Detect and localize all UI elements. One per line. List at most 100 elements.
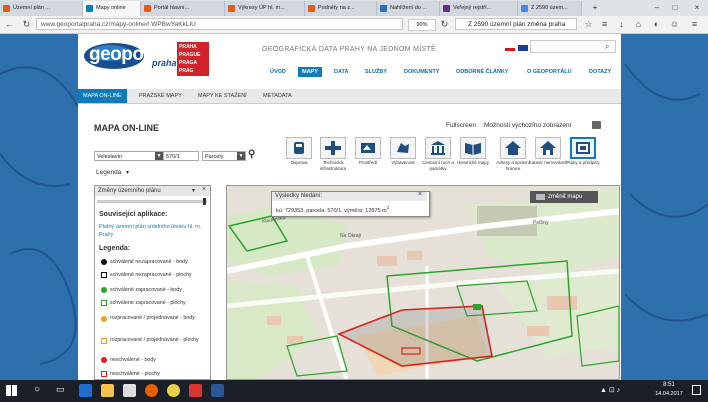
search-icon[interactable]: ○ [34, 384, 40, 395]
subnav-mapy-ke-stazeni[interactable]: MAPY KE STAŽENÍ [193, 89, 252, 103]
results-title: Výsledky hledání: [275, 193, 323, 199]
legend-dot-orange-icon [101, 316, 107, 322]
tab-favicon-icon [144, 5, 151, 12]
store-icon[interactable] [123, 384, 136, 397]
area-value: Veleslavín [97, 154, 123, 160]
notifications-icon[interactable] [692, 385, 701, 395]
book-icon[interactable] [460, 137, 486, 159]
nav-mapy[interactable]: MAPY [298, 67, 322, 77]
browser-tab[interactable]: Výkresy ÚP hl. m... [225, 1, 305, 16]
pipe-icon[interactable] [320, 137, 346, 159]
slider-handle[interactable] [203, 198, 206, 205]
bus-icon[interactable] [286, 137, 312, 159]
tab-favicon-icon [86, 5, 93, 12]
legend-box-red-icon [101, 371, 107, 377]
tray-icons[interactable]: ▲ ⊡ ♪ [600, 386, 620, 394]
tab-title: Mapy online [96, 5, 126, 11]
chevron-down-icon[interactable]: ▾ [192, 187, 195, 194]
star-icon[interactable]: ☆ [582, 18, 595, 31]
close-window-button[interactable]: × [688, 2, 706, 14]
app-icon[interactable] [189, 384, 202, 397]
monument-icon[interactable] [425, 137, 451, 159]
nav-dokumenty[interactable]: DOKUMENTY [404, 69, 439, 75]
menu-icon[interactable]: ≡ [688, 18, 701, 31]
close-icon[interactable]: × [202, 186, 206, 193]
download-icon[interactable]: ↓ [615, 18, 628, 31]
close-icon[interactable]: × [418, 191, 422, 198]
clock-date[interactable]: 14.04.2017 [650, 391, 688, 397]
nav-data[interactable]: DATA [334, 69, 348, 75]
legend-item-label: schválené zapracované - plochy [110, 300, 186, 306]
bookmarks-icon[interactable]: ≡ [598, 18, 611, 31]
smiley-icon[interactable]: ☺ [668, 18, 681, 31]
tab-title: Portál hlavní... [154, 5, 190, 11]
tab-favicon-icon [3, 5, 10, 12]
search-icon[interactable]: ⌕ [605, 42, 609, 52]
legend-box-black-icon [101, 272, 107, 278]
windows-start-icon[interactable] [6, 385, 17, 396]
back-arrow-icon[interactable]: ← [3, 18, 16, 31]
chrome-icon[interactable] [167, 384, 180, 397]
tab-title: Územní plán ... [13, 5, 50, 11]
zoom-indicator[interactable]: 90% [408, 19, 436, 31]
maximize-button[interactable]: □ [666, 2, 684, 14]
browser-tab[interactable]: Podněty na z... [305, 1, 377, 16]
edge-icon[interactable] [79, 384, 92, 397]
hand-icon[interactable] [390, 137, 416, 159]
opacity-slider[interactable] [97, 200, 207, 203]
browser-tab[interactable]: Portál hlavní... [141, 1, 225, 16]
subnav-prazske-mapy[interactable]: PRAŽSKÉ MAPY [134, 89, 187, 103]
tool-label: Prostředí [358, 160, 378, 165]
folder-icon[interactable] [101, 384, 114, 397]
czech-flag-icon[interactable] [505, 45, 515, 51]
browser-search-input[interactable]: Z 2590 územní plán změna praha [455, 18, 577, 30]
related-app-link[interactable]: Platný územní plán sídelního útvaru hl. … [99, 223, 207, 239]
fullscreen-link[interactable]: Fullscreen [446, 122, 476, 129]
firefox-icon[interactable] [145, 384, 158, 397]
legend-box-green-icon [101, 300, 107, 306]
chevron-down-icon[interactable]: ▾ [126, 169, 129, 176]
print-icon[interactable] [592, 121, 601, 129]
browser-tab[interactable]: Územní plán ... [0, 1, 83, 16]
tagline: GEOGRAFICKÁ DATA PRAHY NA JEDNOM MÍSTĚ [262, 46, 436, 53]
praha-badge: PRAHA PRAGUE PRAGA PRAG [177, 42, 209, 76]
nav-dotazy[interactable]: DOTAZY [589, 69, 611, 75]
legend-label[interactable]: Legenda [96, 169, 121, 176]
browser-tab[interactable]: Z 2590 územ... [518, 1, 582, 16]
uk-flag-icon[interactable] [518, 45, 528, 51]
tool-label: Technická infrastruktura [319, 160, 347, 171]
url-input[interactable]: www.geoportalpraha.cz/mapy-online#.WPBwY… [36, 18, 403, 30]
browser-tab[interactable]: Veřejný rejstří... [440, 1, 518, 16]
default-view-link[interactable]: Možnosti výchozího zobrazení [484, 122, 571, 129]
browser-tab-active[interactable]: Mapy online [83, 1, 141, 16]
house-icon[interactable] [500, 137, 526, 159]
tab-favicon-icon [443, 5, 450, 12]
tree-icon[interactable] [355, 137, 381, 159]
results-text-value: kú: 729353, parcela: 570/1, výměra: 1287… [276, 207, 387, 214]
home-icon[interactable]: ⌂ [632, 18, 645, 31]
browser-tab[interactable]: Nahlížení do ... [377, 1, 440, 16]
nav-o-geoportalu[interactable]: O GEOPORTÁLU [527, 69, 572, 75]
legend-dot-green-icon [101, 287, 107, 293]
nav-uvod[interactable]: ÚVOD [270, 69, 286, 75]
subnav-metadata[interactable]: METADATA [258, 89, 297, 103]
home-icon[interactable] [535, 137, 561, 159]
tool-label: Cestovní ruch a památky [422, 160, 454, 171]
search-type-select[interactable]: Parcely ▼ [202, 151, 246, 161]
site-search-input[interactable] [530, 40, 616, 53]
subnav-mapa-online[interactable]: MAPA ON-LINE [78, 89, 127, 103]
new-tab-button[interactable]: + [586, 2, 604, 14]
parcel-input[interactable]: 570/1 [163, 151, 199, 161]
word-icon[interactable] [211, 384, 224, 397]
nav-odborne-clanky[interactable]: ODBORNÉ ČLÁNKY [456, 69, 509, 75]
reload-icon[interactable]: ↻ [20, 18, 33, 31]
clock-time[interactable]: 8:51 [654, 382, 684, 388]
reload-icon[interactable]: ↻ [438, 18, 451, 31]
task-view-icon[interactable]: ▭ [56, 384, 65, 395]
shield-icon[interactable]: ◐ [650, 18, 663, 31]
plan-icon[interactable] [570, 137, 596, 159]
search-icon[interactable]: ⚲ [248, 149, 255, 160]
minimize-button[interactable]: – [648, 2, 666, 14]
area-select[interactable]: Veleslavín ▼ [94, 151, 164, 161]
nav-sluzby[interactable]: SLUŽBY [365, 69, 387, 75]
